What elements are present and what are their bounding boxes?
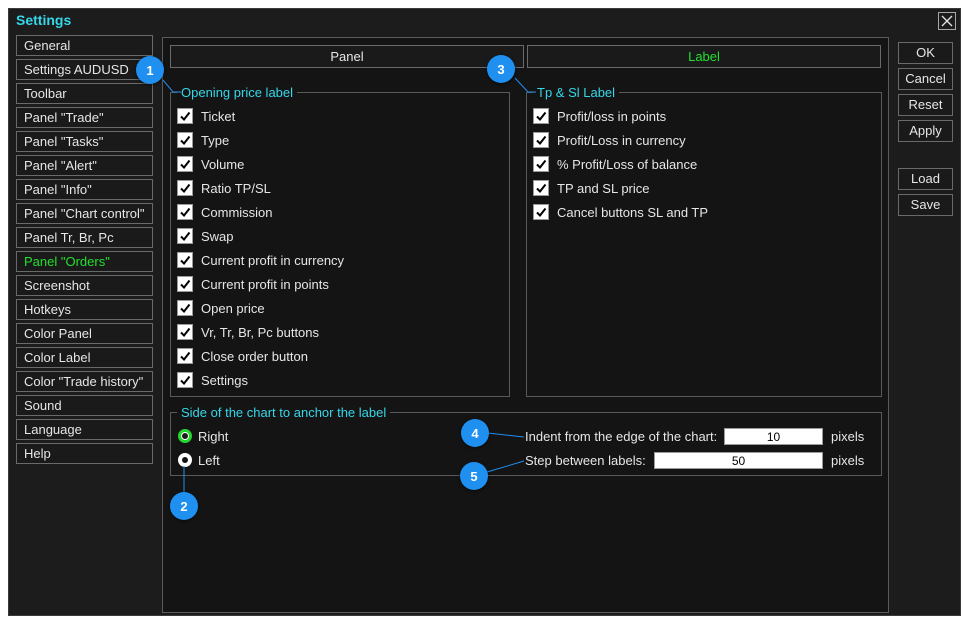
callout-badge-4: 4 (461, 419, 489, 447)
callout-4-leader (487, 432, 525, 438)
callout-badge-1: 1 (136, 56, 164, 84)
callout-badge-5: 5 (460, 462, 488, 490)
callout-3-leader (514, 77, 536, 93)
callout-badge-2: 2 (170, 492, 198, 520)
callout-leaders (162, 77, 536, 494)
callout-1-leader (162, 79, 181, 93)
callout-badge-3: 3 (487, 55, 515, 83)
callout-5-leader (486, 460, 525, 473)
